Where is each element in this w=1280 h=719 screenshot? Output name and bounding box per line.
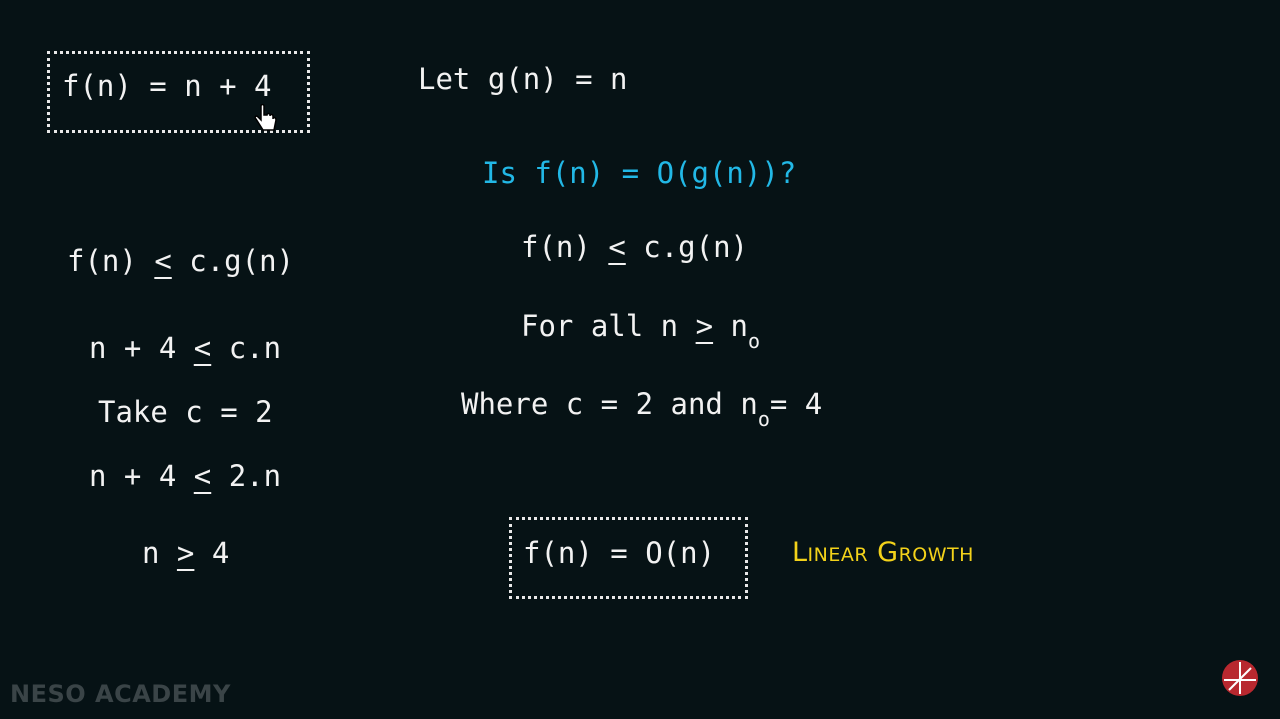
left-step-3: Take c = 2 [98, 395, 273, 429]
hand-pointer-icon [254, 104, 277, 131]
right-step-2: For all n > no [521, 309, 761, 353]
let-g-definition: Let g(n) = n [418, 62, 628, 96]
fn-definition: f(n) = n + 4 [62, 69, 272, 103]
left-step-2: n + 4 < c.n [89, 331, 282, 365]
left-step-5: n > 4 [142, 536, 230, 570]
right-step-1: f(n) < c.g(n) [521, 230, 748, 264]
result-label: Linear Growth [792, 537, 974, 568]
result-formula: f(n) = O(n) [523, 536, 716, 570]
left-step-4: n + 4 < 2.n [89, 459, 282, 493]
neso-logo-icon [1222, 660, 1258, 696]
right-step-3: Where c = 2 and no= 4 [461, 387, 823, 431]
left-step-1: f(n) < c.g(n) [67, 244, 294, 278]
watermark: NESO ACADEMY [10, 680, 231, 708]
question-heading: Is f(n) = O(g(n))? [482, 156, 797, 190]
